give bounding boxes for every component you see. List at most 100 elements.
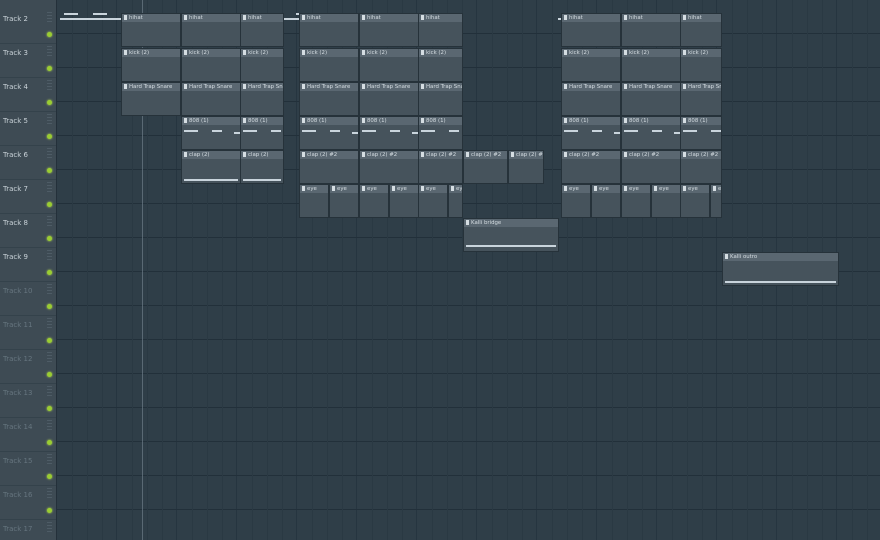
pattern-clip[interactable]: 808 (1) [621,116,681,150]
pattern-clip[interactable]: Hard Trap Snare [418,82,463,116]
pattern-clip[interactable]: clap (2) #2 [621,150,681,184]
drag-grip-icon[interactable] [47,148,52,158]
pattern-clip[interactable]: kick (2) [240,48,284,82]
pattern-clip[interactable]: eye [418,184,448,218]
pattern-clip[interactable]: kick (2) [418,48,463,82]
track-enable-led[interactable] [47,474,52,479]
pattern-clip[interactable]: hihat [561,13,621,47]
drag-grip-icon[interactable] [47,12,52,22]
track-header[interactable]: Track 14 [0,417,56,452]
track-header[interactable]: Track 11 [0,315,56,350]
track-header[interactable]: Track 10 [0,281,56,316]
track-header[interactable]: Track 6 [0,145,56,180]
track-header[interactable]: Track 9 [0,247,56,282]
pattern-clip[interactable]: hihat [181,13,241,47]
pattern-clip[interactable]: Hard Trap Snare [359,82,419,116]
pattern-clip[interactable]: Hard Trap Snare [240,82,284,116]
pattern-clip[interactable]: Hard Trap Snare [181,82,241,116]
pattern-clip[interactable]: hihat [299,13,359,47]
pattern-clip[interactable]: hihat [621,13,681,47]
pattern-clip[interactable]: kick (2) [561,48,621,82]
drag-grip-icon[interactable] [47,80,52,90]
drag-grip-icon[interactable] [47,522,52,532]
track-header[interactable]: Track 8 [0,213,56,248]
pattern-clip[interactable]: clap (2) #2 [561,150,621,184]
track-header[interactable]: Track 12 [0,349,56,384]
pattern-clip[interactable]: eye [710,184,722,218]
track-enable-led[interactable] [47,32,52,37]
pattern-clip[interactable]: clap (2) [240,150,284,184]
pattern-clip[interactable]: clap (2) #2 [463,150,508,184]
drag-grip-icon[interactable] [47,250,52,260]
pattern-clip[interactable]: kick (2) [359,48,419,82]
pattern-clip[interactable]: eye [448,184,463,218]
drag-grip-icon[interactable] [47,386,52,396]
drag-grip-icon[interactable] [47,182,52,192]
track-enable-led[interactable] [47,508,52,513]
track-enable-led[interactable] [47,304,52,309]
track-enable-led[interactable] [47,406,52,411]
pattern-clip[interactable]: Hard Trap Snare [621,82,681,116]
pattern-clip[interactable]: 808 (1) [680,116,722,150]
drag-grip-icon[interactable] [47,46,52,56]
pattern-clip[interactable]: kick (2) [621,48,681,82]
pattern-clip[interactable]: clap (2) #3 [508,150,544,184]
pattern-clip[interactable]: Hard Trap Snare [121,82,181,116]
drag-grip-icon[interactable] [47,454,52,464]
pattern-clip[interactable]: clap (2) [181,150,241,184]
pattern-clip[interactable]: eye [591,184,621,218]
pattern-clip[interactable]: 808 (1) [299,116,359,150]
track-header[interactable]: Track 4 [0,77,56,112]
track-enable-led[interactable] [47,270,52,275]
pattern-clip[interactable]: eye [329,184,359,218]
pattern-clip[interactable]: hihat [121,13,181,47]
pattern-clip[interactable]: clap (2) #2 [299,150,359,184]
track-enable-led[interactable] [47,440,52,445]
track-header[interactable]: Track 7 [0,179,56,214]
pattern-clip[interactable]: 808 (1) [181,116,241,150]
pattern-clip[interactable]: clap (2) #2 [418,150,463,184]
pattern-clip[interactable]: Hard Trap Snare [561,82,621,116]
pattern-clip[interactable]: kick (2) [680,48,722,82]
track-enable-led[interactable] [47,66,52,71]
track-header[interactable]: Track 16 [0,485,56,520]
pattern-clip[interactable]: 808 (1) [418,116,463,150]
drag-grip-icon[interactable] [47,114,52,124]
pattern-clip[interactable]: hihat [359,13,419,47]
pattern-clip[interactable]: kick (2) [121,48,181,82]
pattern-clip[interactable]: eye [359,184,389,218]
track-enable-led[interactable] [47,372,52,377]
track-header[interactable]: Track 17 [0,519,56,540]
pattern-clip[interactable]: eye [680,184,710,218]
pattern-clip[interactable]: eye [651,184,681,218]
pattern-clip[interactable]: Hard Trap Snare [299,82,359,116]
pattern-clip[interactable]: 808 (1) [240,116,284,150]
track-enable-led[interactable] [47,100,52,105]
drag-grip-icon[interactable] [47,216,52,226]
drag-grip-icon[interactable] [47,420,52,430]
pattern-clip[interactable]: eye [621,184,651,218]
pattern-clip[interactable]: hihat [680,13,722,47]
pattern-clip[interactable]: eye [561,184,591,218]
playlist-grid[interactable]: hihat hihat hihat hihat hihat hihat hihat hihat… [57,0,880,540]
track-enable-led[interactable] [47,134,52,139]
drag-grip-icon[interactable] [47,352,52,362]
pattern-clip[interactable]: eye [389,184,419,218]
pattern-clip[interactable]: kick (2) [299,48,359,82]
track-header[interactable]: Track 15 [0,451,56,486]
pattern-clip[interactable]: clap (2) #2 [359,150,419,184]
drag-grip-icon[interactable] [47,488,52,498]
track-header[interactable]: Track 13 [0,383,56,418]
track-enable-led[interactable] [47,338,52,343]
track-header[interactable]: Track 5 [0,111,56,146]
drag-grip-icon[interactable] [47,318,52,328]
pattern-clip[interactable]: hihat [240,13,284,47]
track-enable-led[interactable] [47,168,52,173]
pattern-clip[interactable]: Hard Trap Snare [680,82,722,116]
pattern-clip[interactable]: eye [299,184,329,218]
pattern-clip[interactable]: kick (2) [181,48,241,82]
pattern-clip[interactable]: clap (2) #2 [680,150,722,184]
pattern-clip[interactable]: hihat [418,13,463,47]
track-enable-led[interactable] [47,202,52,207]
pattern-clip[interactable]: Kalli outro [722,252,839,286]
